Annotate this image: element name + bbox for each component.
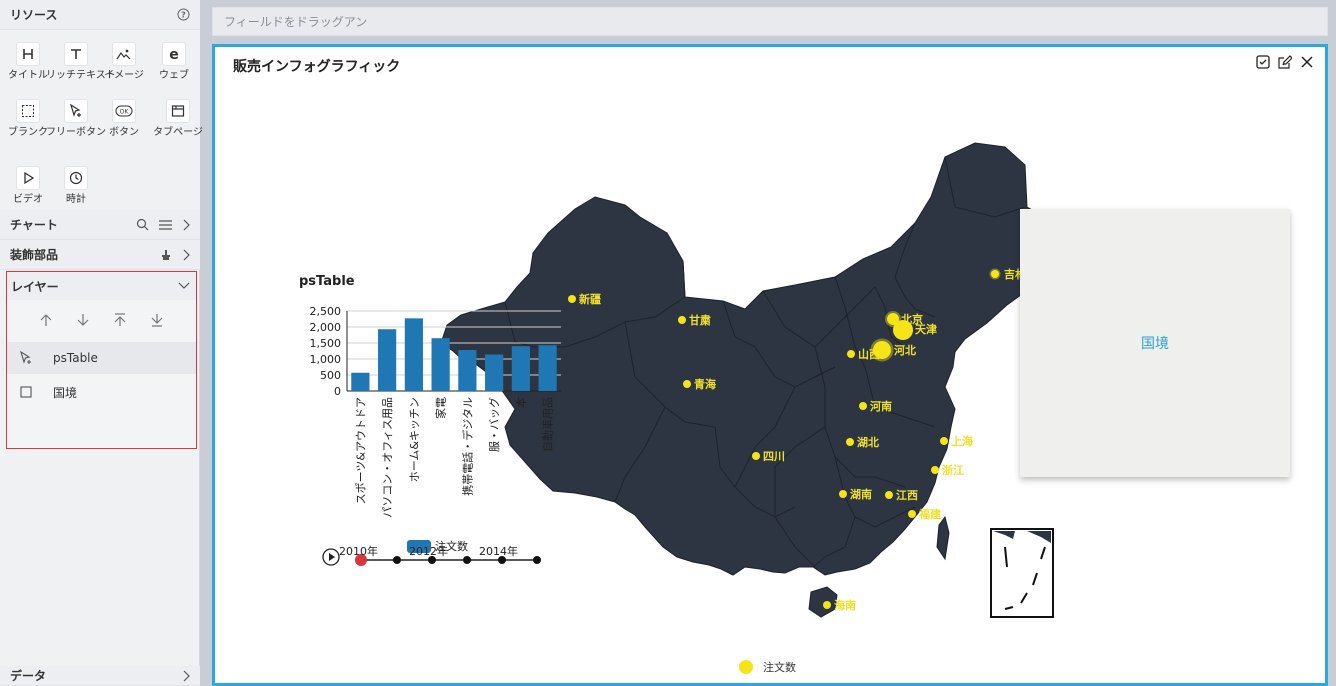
data-section-header[interactable]: データ — [0, 666, 200, 686]
border-panel[interactable]: 国境 — [1020, 209, 1290, 477]
legend-dot-icon — [739, 660, 753, 674]
y-tick-label: 2,000 — [310, 321, 342, 334]
help-icon[interactable]: ? — [177, 8, 190, 21]
layer-operations — [7, 310, 196, 334]
x-tick-label: パソコン・オフィス用品 — [381, 397, 394, 518]
ok-button-icon: OK — [112, 99, 136, 123]
svg-text:?: ? — [181, 11, 186, 20]
list-icon[interactable] — [159, 219, 172, 231]
web-e-icon: e — [162, 42, 186, 66]
decoration-section-header[interactable]: 装飾部品 — [0, 240, 200, 270]
bar[interactable] — [431, 338, 450, 391]
timeline-point[interactable] — [533, 556, 541, 564]
svg-text:e: e — [169, 47, 179, 61]
resource-web[interactable]: e ウェブ — [146, 30, 202, 90]
chevron-down-icon[interactable] — [178, 282, 190, 290]
south-sea-inset — [990, 528, 1054, 618]
resource-grid: タイトル リッチテキスト イメージ e ウェブ ブランク フリーボタン OK ボ… — [0, 30, 203, 210]
square-icon — [17, 386, 35, 398]
timeline-point[interactable] — [393, 556, 401, 564]
chevron-right-icon[interactable] — [182, 249, 190, 261]
title-H-icon — [16, 42, 40, 66]
clock-icon — [64, 166, 88, 190]
x-tick-label: 家電 — [434, 397, 448, 419]
x-tick-label: 携帯電話・デジタル — [460, 397, 474, 496]
drop-bar-placeholder: フィールドをドラッグアン — [224, 15, 368, 29]
map-taiwan — [936, 515, 950, 561]
year-timeline[interactable]: 2010年 2012年 2014年 — [321, 543, 551, 573]
map-legend[interactable]: 注文数 — [739, 659, 796, 675]
bar[interactable] — [485, 354, 504, 391]
border-panel-label: 国境 — [1141, 336, 1169, 352]
edit-icon[interactable] — [1277, 54, 1293, 70]
y-tick-label: 0 — [334, 385, 341, 398]
bar[interactable] — [404, 318, 423, 391]
resource-clock[interactable]: 時計 — [46, 154, 106, 214]
y-tick-label: 1,500 — [310, 337, 342, 350]
move-to-top-icon[interactable] — [110, 310, 130, 330]
canvas-toolbar — [1255, 54, 1315, 70]
canvas-title: 販売インフォグラフィック — [233, 59, 401, 75]
chevron-right-icon[interactable] — [182, 670, 190, 682]
x-tick-label: 本 — [514, 397, 528, 408]
layer-item-label: psTable — [53, 351, 98, 365]
bar[interactable] — [378, 329, 397, 391]
timeline-point[interactable] — [463, 556, 471, 564]
bar[interactable] — [538, 345, 557, 391]
image-icon — [112, 42, 136, 66]
x-tick-label: 自動車用品 — [541, 397, 555, 452]
resource-image[interactable]: イメージ — [96, 30, 152, 90]
move-up-icon[interactable] — [36, 310, 56, 330]
resources-header: リソース ? — [0, 0, 200, 30]
y-tick-label: 1,000 — [310, 353, 342, 366]
timeline-label: 2010年 — [339, 545, 378, 558]
chart-title: psTable — [299, 274, 355, 289]
dashboard-canvas[interactable]: 新疆 甘粛 青海 北京 天津 山西 河北 河南 湖北 上海 四川 浙江 湖南 江… — [212, 44, 1328, 686]
chevron-right-icon[interactable] — [182, 219, 190, 231]
resource-button[interactable]: OK ボタン — [96, 87, 152, 147]
chart-section-header[interactable]: チャート — [0, 210, 200, 240]
bar[interactable] — [458, 350, 477, 391]
brush-icon[interactable] — [160, 249, 172, 261]
video-play-icon — [16, 166, 40, 190]
map-hainan — [808, 586, 838, 618]
layer-section-header[interactable]: レイヤー — [7, 272, 196, 300]
x-tick-label: 服・バッグ — [487, 397, 501, 452]
left-panel: リソース ? タイトル リッチテキスト イメージ e ウェブ ブランク フリーボ… — [0, 0, 203, 686]
checkbox-icon[interactable] — [1255, 54, 1271, 70]
move-to-bottom-icon[interactable] — [147, 310, 167, 330]
y-tick-label: 500 — [320, 369, 341, 382]
layer-item-border[interactable]: 国境 — [7, 376, 196, 408]
layer-item-label: 国境 — [53, 385, 78, 400]
resource-tab-page[interactable]: タブページ — [146, 87, 210, 147]
search-icon[interactable] — [136, 218, 149, 231]
resources-title: リソース — [10, 8, 58, 22]
layer-panel: レイヤー psTable 国境 — [6, 271, 197, 449]
decoration-section-title: 装飾部品 — [10, 248, 59, 262]
layer-section-title: レイヤー — [11, 279, 59, 294]
timeline-label: 2014年 — [479, 545, 518, 558]
x-tick-label: ホーム&キッチン — [408, 397, 421, 482]
tab-page-icon — [166, 99, 190, 123]
cursor-plus-icon — [17, 351, 35, 365]
chart-section-title: チャート — [10, 218, 58, 232]
bar[interactable] — [511, 346, 530, 391]
close-icon[interactable] — [1299, 54, 1315, 70]
bar[interactable] — [351, 372, 370, 391]
field-drop-bar[interactable]: フィールドをドラッグアン — [212, 7, 1328, 36]
layer-item-pstable[interactable]: psTable — [7, 342, 196, 374]
free-button-icon — [64, 99, 88, 123]
svg-text:OK: OK — [120, 109, 130, 116]
blank-icon — [16, 99, 40, 123]
x-tick-label: スポーツ&アウトドア — [354, 397, 367, 504]
data-section-title: データ — [10, 669, 47, 683]
y-tick-label: 2,500 — [310, 305, 342, 318]
move-down-icon[interactable] — [73, 310, 93, 330]
timeline-label: 2012年 — [409, 545, 448, 558]
text-T-icon — [64, 42, 88, 66]
map-legend-label: 注文数 — [763, 661, 796, 674]
